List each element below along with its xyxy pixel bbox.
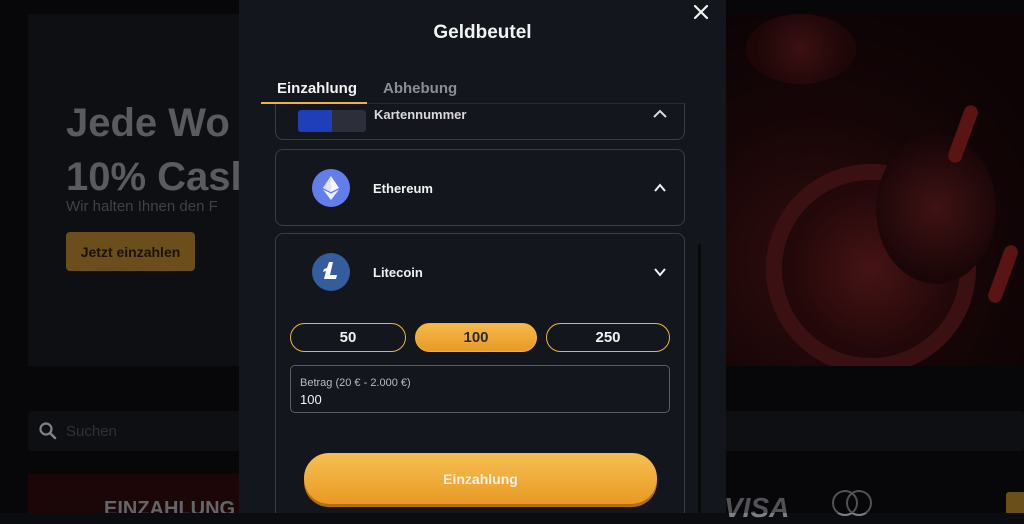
- chevron-down-icon: [654, 268, 666, 277]
- amount-input[interactable]: [300, 392, 660, 407]
- amount-field-label: Betrag (20 € - 2.000 €): [300, 377, 411, 389]
- tab-withdraw[interactable]: Abhebung: [383, 80, 457, 97]
- ethereum-icon: [312, 169, 350, 207]
- payment-methods-list[interactable]: Kartennummer Ethereum Litecoin 50 100 25…: [275, 104, 686, 513]
- close-button[interactable]: [691, 2, 711, 22]
- payment-method-label: Litecoin: [373, 265, 423, 280]
- tab-deposit[interactable]: Einzahlung: [277, 80, 357, 97]
- amount-option-50[interactable]: 50: [290, 323, 406, 352]
- payment-method-ethereum[interactable]: Ethereum: [275, 149, 685, 226]
- scrollbar[interactable]: [698, 244, 701, 513]
- litecoin-icon: [312, 253, 350, 291]
- amount-option-250[interactable]: 250: [546, 323, 670, 352]
- deposit-submit-button[interactable]: Einzahlung: [304, 453, 657, 504]
- modal-title: Geldbeutel: [433, 22, 532, 43]
- close-icon: [693, 4, 709, 20]
- payment-method-litecoin[interactable]: Litecoin 50 100 250 Betrag (20 € - 2.000…: [275, 233, 685, 513]
- visa-mastercard-icon: [298, 110, 366, 132]
- wallet-modal: Geldbeutel Einzahlung Abhebung Kartennum…: [239, 0, 726, 513]
- payment-method-card[interactable]: Kartennummer: [275, 104, 685, 140]
- amount-option-100[interactable]: 100: [415, 323, 537, 352]
- amount-field[interactable]: Betrag (20 € - 2.000 €): [290, 365, 670, 413]
- chevron-up-icon: [654, 183, 666, 192]
- chevron-up-icon: [653, 109, 667, 118]
- payment-method-label: Kartennummer: [374, 107, 467, 122]
- payment-method-label: Ethereum: [373, 181, 433, 196]
